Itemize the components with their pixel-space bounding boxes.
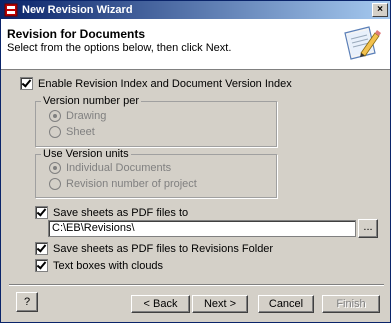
radio-drawing[interactable]: Drawing (49, 110, 106, 122)
close-button[interactable]: × (372, 3, 388, 17)
text-clouds-checkbox[interactable]: Text boxes with clouds (35, 259, 163, 272)
save-pdf-revisions-label: Save sheets as PDF files to Revisions Fo… (53, 242, 274, 255)
radio-dot (49, 178, 61, 190)
radio-sheet-label: Sheet (66, 126, 95, 138)
checkbox-box (35, 259, 48, 272)
enable-index-label: Enable Revision Index and Document Versi… (38, 77, 292, 90)
title-bar[interactable]: New Revision Wizard × (1, 1, 390, 19)
save-pdf-label: Save sheets as PDF files to (53, 206, 189, 219)
radio-drawing-label: Drawing (66, 110, 107, 122)
radio-revision-number-project[interactable]: Revision number of project (49, 178, 197, 190)
radio-individual-documents-label: Individual Documents (66, 162, 172, 174)
browse-button[interactable]: ... (358, 219, 378, 238)
cancel-button[interactable]: Cancel (258, 295, 314, 313)
page-title: Revision for Documents (7, 27, 146, 41)
radio-sheet[interactable]: Sheet (49, 126, 95, 138)
app-icon (4, 3, 18, 17)
radio-revision-number-project-label: Revision number of project (66, 178, 197, 190)
radio-dot (49, 162, 61, 174)
checkbox-box (35, 206, 48, 219)
save-pdf-revisions-checkbox[interactable]: Save sheets as PDF files to Revisions Fo… (35, 242, 273, 255)
save-pdf-checkbox[interactable]: Save sheets as PDF files to (35, 206, 188, 219)
next-button[interactable]: Next > (192, 295, 248, 313)
page-subtitle: Select from the options below, then clic… (7, 42, 232, 54)
radio-dot (49, 126, 61, 138)
checkbox-box (35, 242, 48, 255)
radio-individual-documents[interactable]: Individual Documents (49, 162, 171, 174)
finish-button[interactable]: Finish (322, 295, 380, 313)
version-units-group: Use Version units Individual Documents R… (35, 148, 277, 198)
back-button[interactable]: < Back (131, 295, 190, 313)
window-title: New Revision Wizard (22, 4, 133, 16)
version-units-legend: Use Version units (41, 148, 131, 160)
help-button[interactable]: ? (16, 292, 38, 312)
pdf-path-input[interactable]: C:\EB\Revisions\ (48, 220, 356, 237)
version-per-group: Version number per Drawing Sheet (35, 95, 277, 147)
enable-index-checkbox[interactable]: Enable Revision Index and Document Versi… (20, 77, 292, 90)
radio-dot (49, 110, 61, 122)
text-clouds-label: Text boxes with clouds (53, 259, 164, 272)
footer-separator (9, 284, 384, 286)
version-per-legend: Version number per (41, 95, 141, 107)
close-icon: × (377, 4, 383, 15)
wizard-header: Revision for Documents Select from the o… (1, 19, 390, 70)
document-pencil-icon (344, 26, 381, 60)
wizard-window: New Revision Wizard × Revision for Docum… (0, 0, 391, 323)
checkbox-box (20, 77, 33, 90)
help-icon: ? (23, 296, 31, 308)
